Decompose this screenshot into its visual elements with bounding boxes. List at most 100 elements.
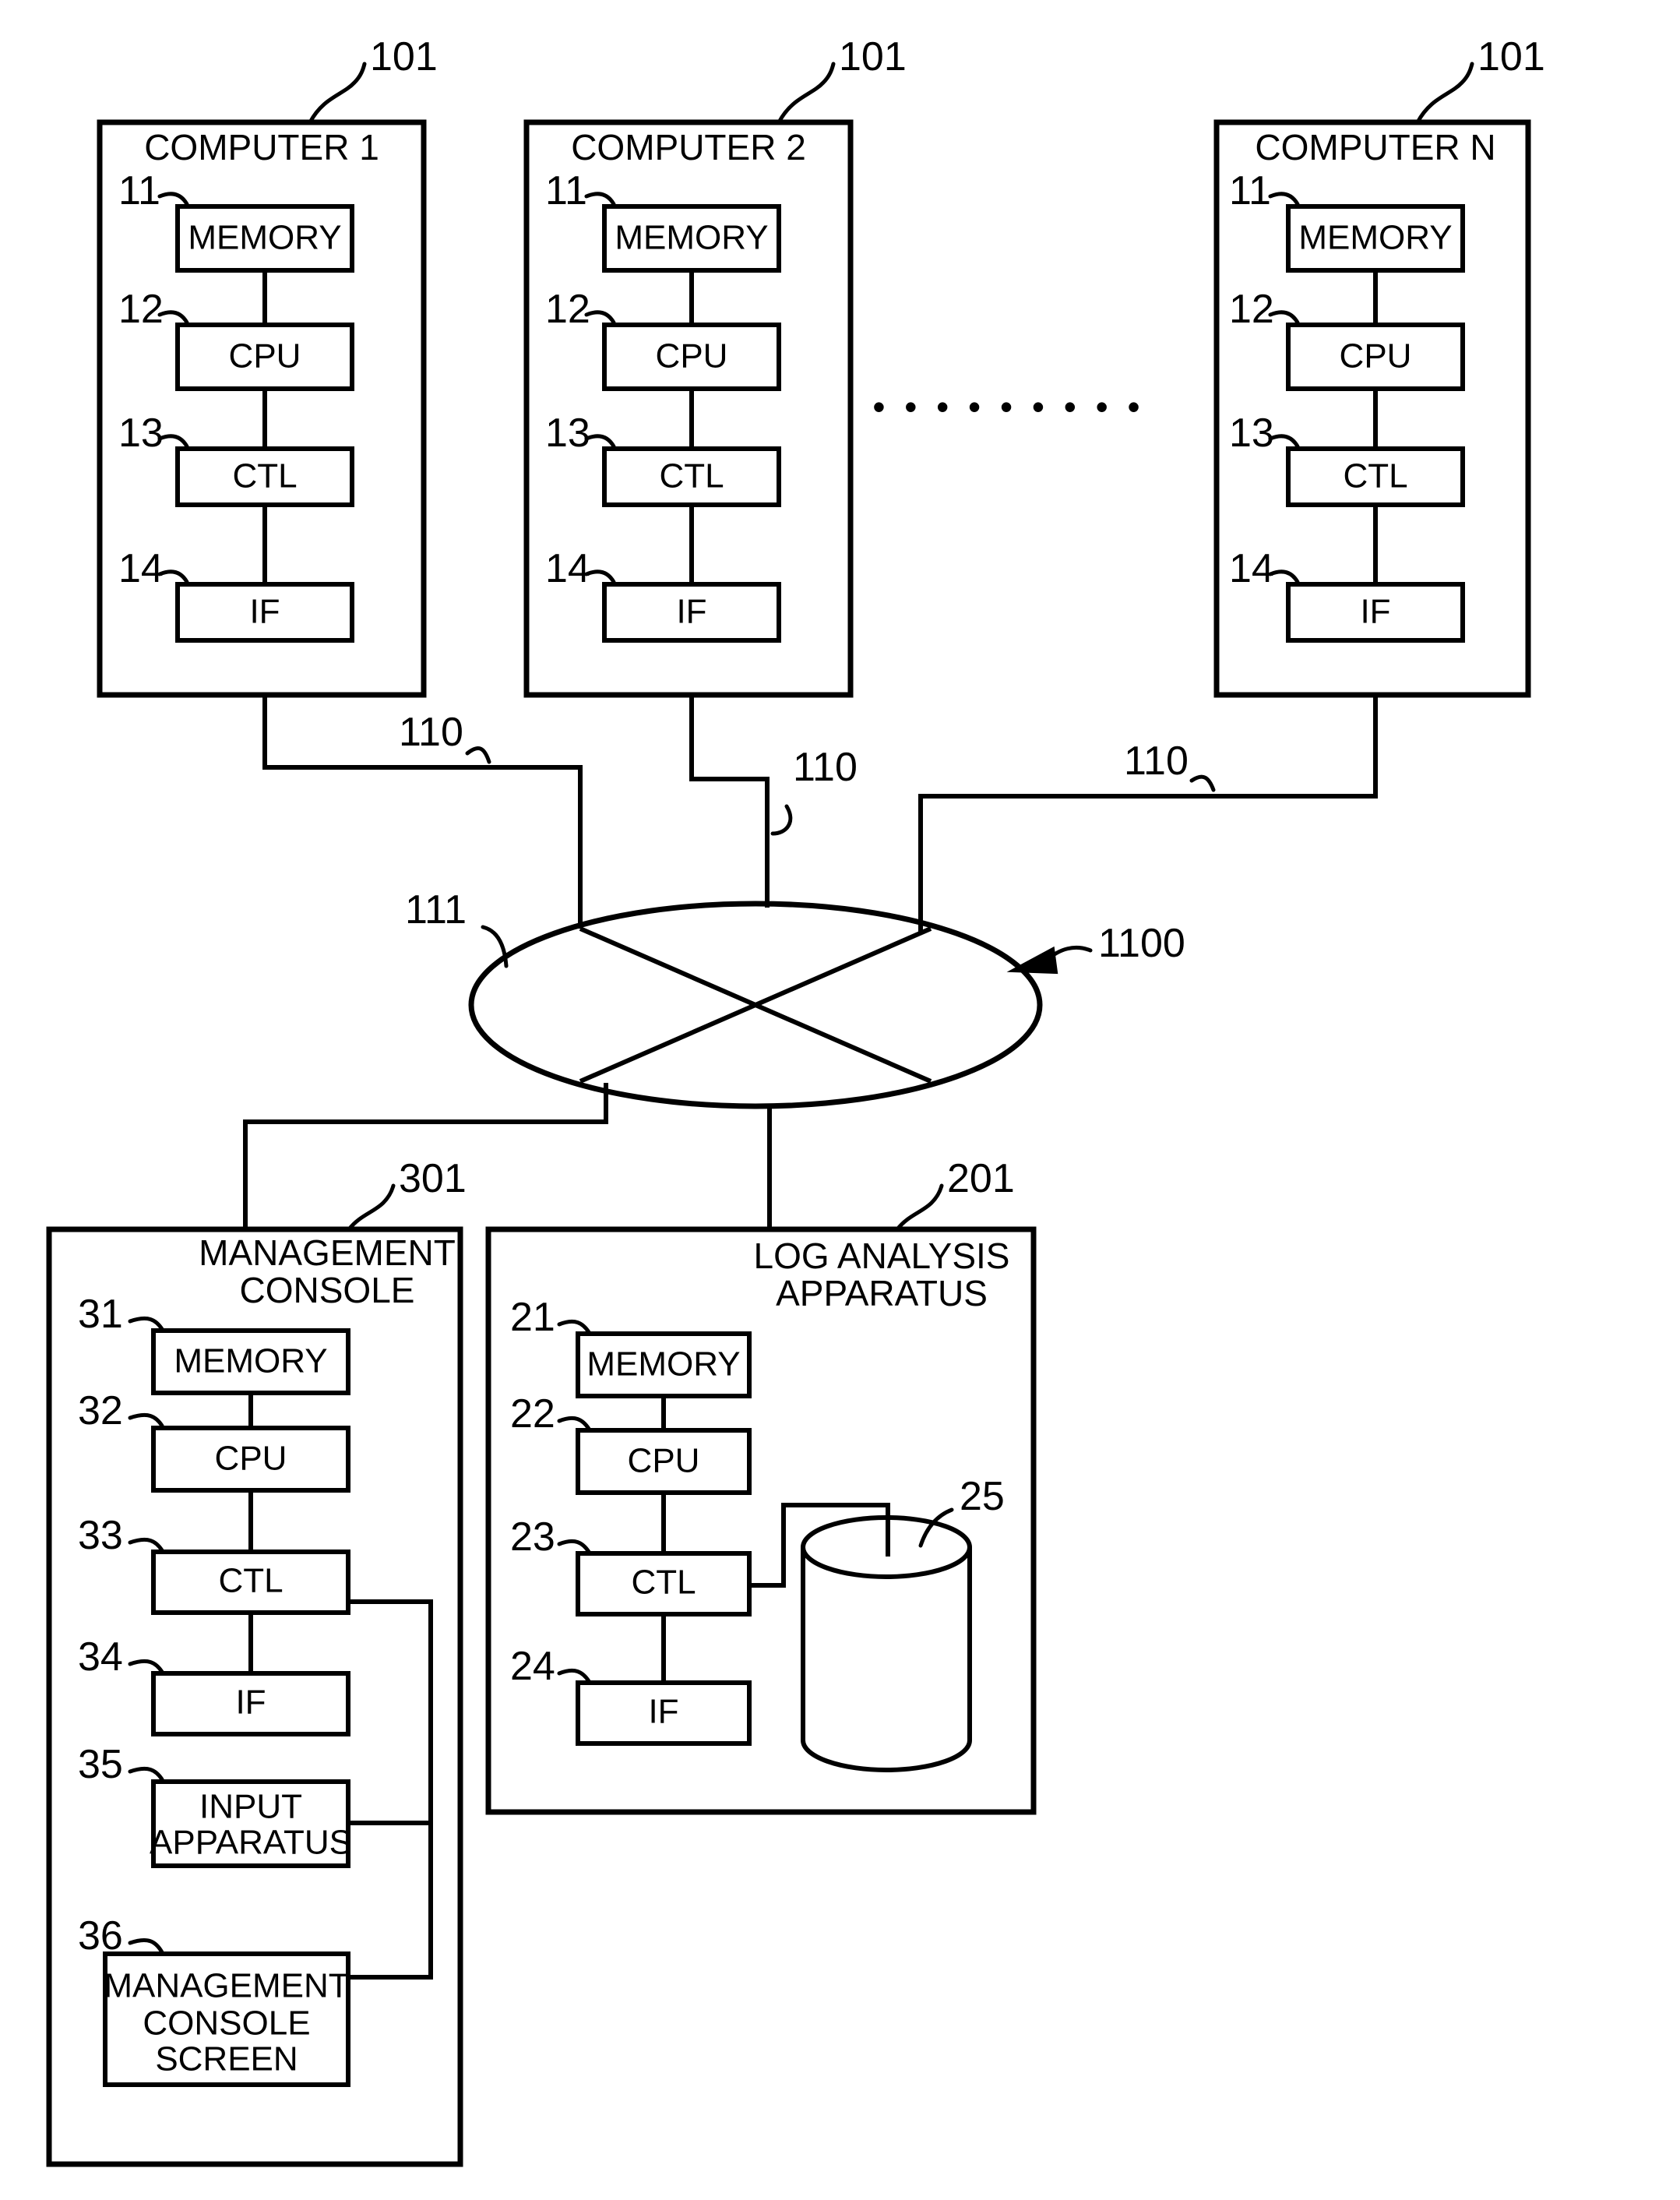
computer-n-group: 101 COMPUTER N MEMORY 11 CPU 12 CTL 13 I…	[1213, 34, 1545, 698]
computer-2-cpu-label: CPU	[656, 337, 728, 375]
leader-line-101-c2	[777, 62, 836, 125]
leader-line-12-c2	[584, 310, 616, 325]
log-analysis-apparatus-boundary	[485, 1226, 1037, 1815]
leader-line-12-c1	[157, 310, 189, 325]
leader-line-34	[128, 1659, 164, 1674]
ref-num-14-c2: 14	[545, 546, 590, 591]
management-console-if-label: IF	[235, 1683, 266, 1722]
leader-line-11-cn	[1268, 192, 1300, 206]
ref-num-35: 35	[78, 1742, 123, 1787]
computers-ellipsis: • • • • • • • • •	[872, 386, 1144, 427]
computer-1-ctl-label: CTL	[232, 457, 297, 495]
management-console-input-apparatus-label-line1: INPUT	[199, 1788, 302, 1826]
leader-line-11-c1	[157, 192, 189, 206]
computer-2-group: 101 COMPUTER 2 MEMORY 11 CPU 12 CTL 13 I…	[523, 34, 907, 698]
management-console-screen-label-line3: SCREEN	[155, 2040, 298, 2078]
ref-num-110-c2: 110	[793, 745, 858, 790]
leader-line-24	[557, 1668, 591, 1683]
ref-num-1100: 1100	[1098, 921, 1185, 966]
management-console-memory-label: MEMORY	[174, 1342, 327, 1380]
computer-n-cpu-label: CPU	[1340, 337, 1412, 375]
leader-line-13-c1	[157, 434, 189, 449]
leader-line-36	[128, 1938, 164, 1955]
leader-line-11-c2	[584, 192, 616, 206]
leader-line-12-cn	[1268, 310, 1300, 325]
computer-n-memory-label: MEMORY	[1298, 219, 1452, 257]
ref-num-101-c1: 101	[370, 34, 438, 79]
log-analysis-cpu-label: CPU	[628, 1442, 700, 1480]
ref-num-110-c1: 110	[399, 710, 463, 755]
ref-num-111: 111	[405, 887, 467, 933]
ref-num-14-c1: 14	[118, 546, 164, 591]
computer-1-if-label: IF	[249, 593, 280, 631]
log-analysis-if-label: IF	[648, 1693, 678, 1731]
ref-num-201: 201	[947, 1156, 1015, 1201]
ref-num-33: 33	[78, 1513, 123, 1558]
computer-2-ctl-label: CTL	[659, 457, 724, 495]
leader-line-110-c2	[770, 804, 793, 836]
management-console-screen-label-line2: CONSOLE	[143, 2004, 310, 2043]
leader-line-35	[128, 1766, 164, 1782]
log-analysis-apparatus-title-line2: APPARATUS	[776, 1273, 988, 1313]
ref-num-11-cn: 11	[1229, 168, 1271, 213]
log-analysis-apparatus-group: 201 LOG ANALYSIS APPARATUS MEMORY 21 CPU…	[485, 1156, 1037, 1815]
network-link-computer-2	[689, 695, 770, 908]
system-callout-1100: 1100	[1006, 921, 1185, 975]
ref-num-36: 36	[78, 1913, 123, 1958]
ref-num-23: 23	[510, 1514, 555, 1560]
computer-1-cpu-label: CPU	[229, 337, 301, 375]
computer-n-if-label: IF	[1360, 593, 1390, 631]
ref-num-25: 25	[960, 1474, 1005, 1519]
computer-2-memory-label: MEMORY	[615, 219, 768, 257]
computer-2-if-label: IF	[676, 593, 706, 631]
management-console-internal-bus	[348, 1599, 433, 1980]
ref-num-13-cn: 13	[1229, 411, 1274, 456]
leader-line-13-cn	[1268, 434, 1300, 449]
management-console-group: 301 MANAGEMENT CONSOLE MEMORY 31 CPU 32 …	[46, 1156, 467, 2167]
computer-1-title: COMPUTER 1	[144, 127, 379, 167]
leader-line-101-c1	[308, 62, 367, 125]
diagram-canvas: 101 COMPUTER 1 MEMORY 11 CPU 12 CTL 13 I…	[46, 34, 1545, 2167]
ref-num-31: 31	[78, 1292, 123, 1337]
ref-num-14-cn: 14	[1229, 546, 1274, 591]
log-analysis-memory-label: MEMORY	[586, 1345, 740, 1384]
leader-line-21	[557, 1319, 591, 1334]
leader-line-32	[128, 1412, 164, 1428]
ref-num-32: 32	[78, 1388, 123, 1433]
leader-line-13-c2	[584, 434, 616, 449]
leader-line-33	[128, 1537, 164, 1553]
ref-num-24: 24	[510, 1644, 555, 1689]
management-console-input-apparatus-label-line2: APPARATUS	[150, 1824, 352, 1862]
ref-num-12-cn: 12	[1229, 287, 1274, 332]
log-analysis-ctl-label: CTL	[631, 1564, 696, 1602]
computer-2-title: COMPUTER 2	[571, 127, 806, 167]
ref-num-301: 301	[399, 1156, 467, 1201]
ref-num-101-cn: 101	[1477, 34, 1545, 79]
patent-figure: 101 COMPUTER 1 MEMORY 11 CPU 12 CTL 13 I…	[0, 0, 1680, 2200]
leader-line-201	[895, 1183, 944, 1232]
ref-num-101-c2: 101	[839, 34, 907, 79]
ref-num-12-c1: 12	[118, 287, 164, 332]
leader-line-22	[557, 1416, 591, 1431]
management-console-ctl-label: CTL	[218, 1562, 283, 1600]
ref-num-22: 22	[510, 1391, 555, 1437]
leader-line-110-cn	[1189, 774, 1216, 792]
ref-num-13-c1: 13	[118, 411, 164, 456]
leader-line-14-c1	[157, 569, 189, 584]
log-analysis-apparatus-title-line1: LOG ANALYSIS	[754, 1236, 1010, 1276]
leader-line-14-c2	[584, 569, 616, 584]
ref-num-13-c2: 13	[545, 411, 590, 456]
leader-line-110-c1	[465, 746, 491, 764]
management-console-screen-label-line1: MANAGEMENT	[104, 1967, 349, 2005]
ref-num-12-c2: 12	[545, 287, 590, 332]
network-link-computer-n	[918, 695, 1378, 933]
leader-line-301	[347, 1183, 396, 1232]
leader-line-14-cn	[1268, 569, 1300, 584]
ref-num-34: 34	[78, 1634, 123, 1680]
ref-num-110-cn: 110	[1124, 739, 1189, 784]
arrowhead-icon-1100	[1006, 946, 1058, 975]
leader-line-23	[557, 1539, 591, 1554]
leader-line-101-cn	[1415, 62, 1474, 125]
leader-line-31	[128, 1316, 164, 1331]
management-console-title-line1: MANAGEMENT	[199, 1232, 456, 1273]
